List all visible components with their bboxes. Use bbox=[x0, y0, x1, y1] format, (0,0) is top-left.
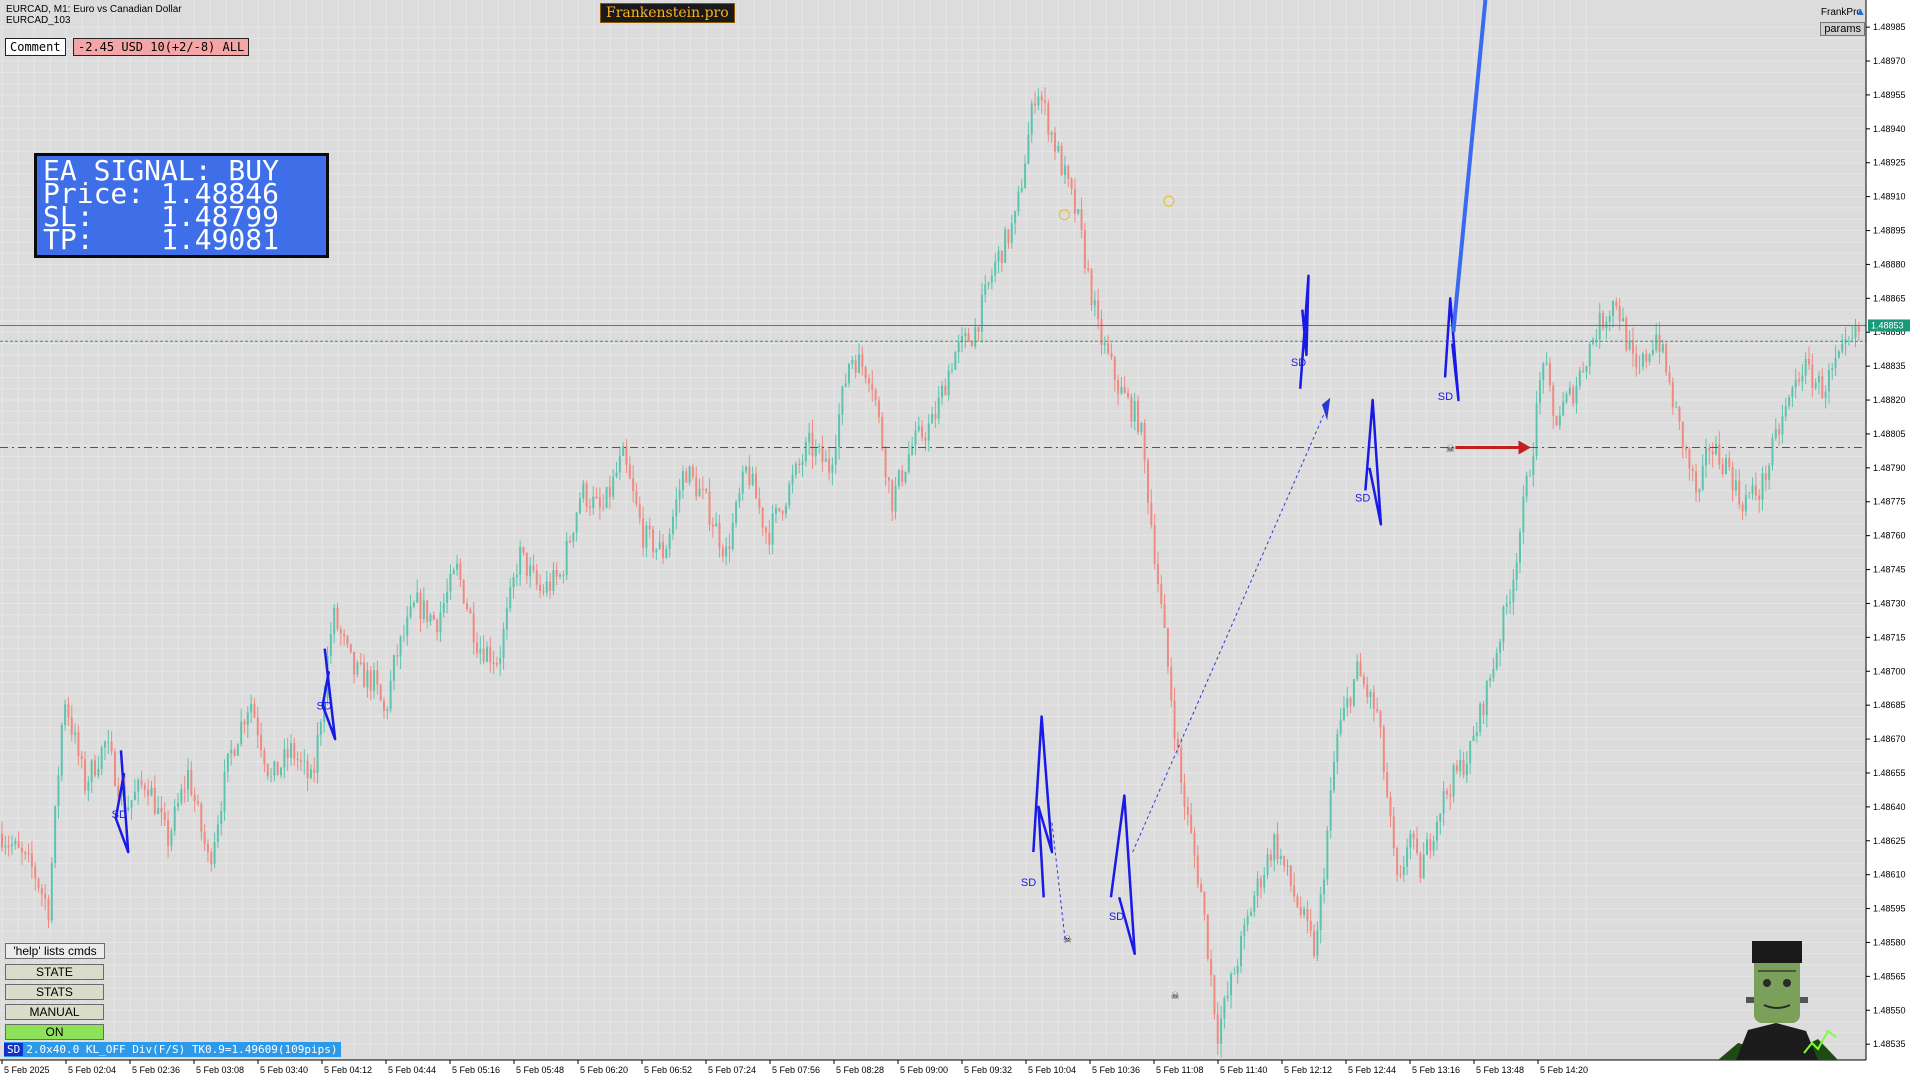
frankenstein-avatar bbox=[1718, 941, 1838, 1060]
sd-label: SD bbox=[1109, 911, 1124, 923]
price-tick-label: 1.48910 bbox=[1873, 192, 1906, 202]
time-tick-label: 5 Feb 13:16 bbox=[1412, 1065, 1460, 1075]
price-tick-label: 1.48880 bbox=[1873, 259, 1906, 269]
price-tick-label: 1.48895 bbox=[1873, 226, 1906, 236]
price-tick-label: 1.48760 bbox=[1873, 531, 1906, 541]
chart-window: { "window": { "symbol_line": "EURCAD, M1… bbox=[0, 0, 1920, 1080]
time-tick-label: 5 Feb 09:00 bbox=[900, 1065, 948, 1075]
time-tick-label: 5 Feb 12:12 bbox=[1284, 1065, 1332, 1075]
price-tick-label: 1.48820 bbox=[1873, 395, 1906, 405]
price-tick-label: 1.48565 bbox=[1873, 971, 1906, 981]
price-tick-label: 1.48835 bbox=[1873, 361, 1906, 371]
status-bar: SD 2.0x40.0 KL_OFF Div(F/S) TK0.9=1.49609… bbox=[4, 1042, 341, 1057]
current-price-label: 1.48853 bbox=[1871, 320, 1904, 330]
skull-icon: ☠ bbox=[1063, 934, 1072, 945]
price-tick-label: 1.48745 bbox=[1873, 565, 1906, 575]
status-tag: SD bbox=[4, 1043, 24, 1056]
time-tick-label: 5 Feb 14:20 bbox=[1540, 1065, 1588, 1075]
status-text: 2.0x40.0 KL_OFF Div(F/S) TK0.9=1.49609(1… bbox=[26, 1043, 338, 1056]
price-tick-label: 1.48655 bbox=[1873, 768, 1906, 778]
time-tick-label: 5 Feb 04:44 bbox=[388, 1065, 436, 1075]
time-tick-label: 5 Feb 03:08 bbox=[196, 1065, 244, 1075]
sd-label: SD bbox=[112, 809, 127, 821]
price-tick-label: 1.48985 bbox=[1873, 22, 1906, 32]
time-tick-label: 5 Feb 09:32 bbox=[964, 1065, 1012, 1075]
price-tick-label: 1.48550 bbox=[1873, 1005, 1906, 1015]
time-tick-label: 5 Feb 03:40 bbox=[260, 1065, 308, 1075]
price-tick-label: 1.48625 bbox=[1873, 836, 1906, 846]
sd-label: SD bbox=[1021, 877, 1036, 889]
time-tick-label: 5 Feb 05:48 bbox=[516, 1065, 564, 1075]
skull-icon: ☠ bbox=[1446, 444, 1455, 455]
time-tick-label: 5 Feb 11:40 bbox=[1220, 1065, 1267, 1075]
params-button[interactable]: params bbox=[1820, 22, 1865, 36]
price-tick-label: 1.48595 bbox=[1873, 904, 1906, 914]
help-hint[interactable]: 'help' lists cmds bbox=[5, 943, 105, 959]
price-tick-label: 1.48535 bbox=[1873, 1039, 1906, 1049]
price-tick-label: 1.48865 bbox=[1873, 293, 1906, 303]
time-tick-label: 5 Feb 05:16 bbox=[452, 1065, 500, 1075]
state-button[interactable]: STATE bbox=[5, 964, 104, 980]
account-label: EURCAD_103 bbox=[6, 15, 71, 26]
time-tick-label: 5 Feb 2025 bbox=[4, 1065, 50, 1075]
price-tick-label: 1.48640 bbox=[1873, 802, 1906, 812]
price-tick-label: 1.48970 bbox=[1873, 56, 1906, 66]
time-tick-label: 5 Feb 02:36 bbox=[132, 1065, 180, 1075]
time-tick-label: 5 Feb 13:48 bbox=[1476, 1065, 1524, 1075]
sd-label: SD bbox=[1291, 357, 1306, 369]
price-tick-label: 1.48925 bbox=[1873, 158, 1906, 168]
skull-icon: ☠ bbox=[1171, 991, 1180, 1002]
time-tick-label: 5 Feb 10:04 bbox=[1028, 1065, 1076, 1075]
price-tick-label: 1.48685 bbox=[1873, 700, 1906, 710]
manual-button[interactable]: MANUAL bbox=[5, 1004, 104, 1020]
price-tick-label: 1.48715 bbox=[1873, 632, 1906, 642]
price-tick-label: 1.48775 bbox=[1873, 497, 1906, 507]
stats-button[interactable]: STATS bbox=[5, 984, 104, 1000]
price-tick-label: 1.48610 bbox=[1873, 870, 1906, 880]
time-tick-label: 5 Feb 04:12 bbox=[324, 1065, 372, 1075]
time-tick-label: 5 Feb 06:20 bbox=[580, 1065, 628, 1075]
time-tick-label: 5 Feb 12:44 bbox=[1348, 1065, 1396, 1075]
price-tick-label: 1.48730 bbox=[1873, 598, 1906, 608]
time-tick-label: 5 Feb 06:52 bbox=[644, 1065, 692, 1075]
sd-label: SD bbox=[316, 701, 331, 713]
brand-label[interactable]: Frankenstein.pro bbox=[600, 3, 735, 23]
price-tick-label: 1.48940 bbox=[1873, 124, 1906, 134]
comment-button[interactable]: Comment bbox=[5, 38, 66, 56]
symbol-title: EURCAD, M1: Euro vs Canadian Dollar bbox=[6, 4, 182, 15]
price-tick-label: 1.48670 bbox=[1873, 734, 1906, 744]
on-toggle[interactable]: ON bbox=[5, 1024, 104, 1040]
signal-box: EA SIGNAL: BUY Price: 1.48846 SL: 1.4879… bbox=[34, 153, 329, 258]
time-tick-label: 5 Feb 11:08 bbox=[1156, 1065, 1203, 1075]
sd-label: SD bbox=[1438, 391, 1453, 403]
time-tick-label: 5 Feb 07:56 bbox=[772, 1065, 820, 1075]
time-tick-label: 5 Feb 02:04 bbox=[68, 1065, 116, 1075]
time-tick-label: 5 Feb 10:36 bbox=[1092, 1065, 1140, 1075]
price-tick-label: 1.48805 bbox=[1873, 429, 1906, 439]
time-tick-label: 5 Feb 08:28 bbox=[836, 1065, 884, 1075]
price-tick-label: 1.48580 bbox=[1873, 937, 1906, 947]
price-tick-label: 1.48955 bbox=[1873, 90, 1906, 100]
price-tick-label: 1.48790 bbox=[1873, 463, 1906, 473]
signal-tp: TP: 1.49081 bbox=[43, 223, 280, 256]
price-tick-label: 1.48700 bbox=[1873, 666, 1906, 676]
pnl-badge: -2.45 USD 10(+2/-8) ALL bbox=[73, 38, 250, 56]
graduation-cap-icon[interactable]: ▲ bbox=[1855, 6, 1869, 18]
time-tick-label: 5 Feb 07:24 bbox=[708, 1065, 756, 1075]
sd-label: SD bbox=[1355, 493, 1370, 505]
